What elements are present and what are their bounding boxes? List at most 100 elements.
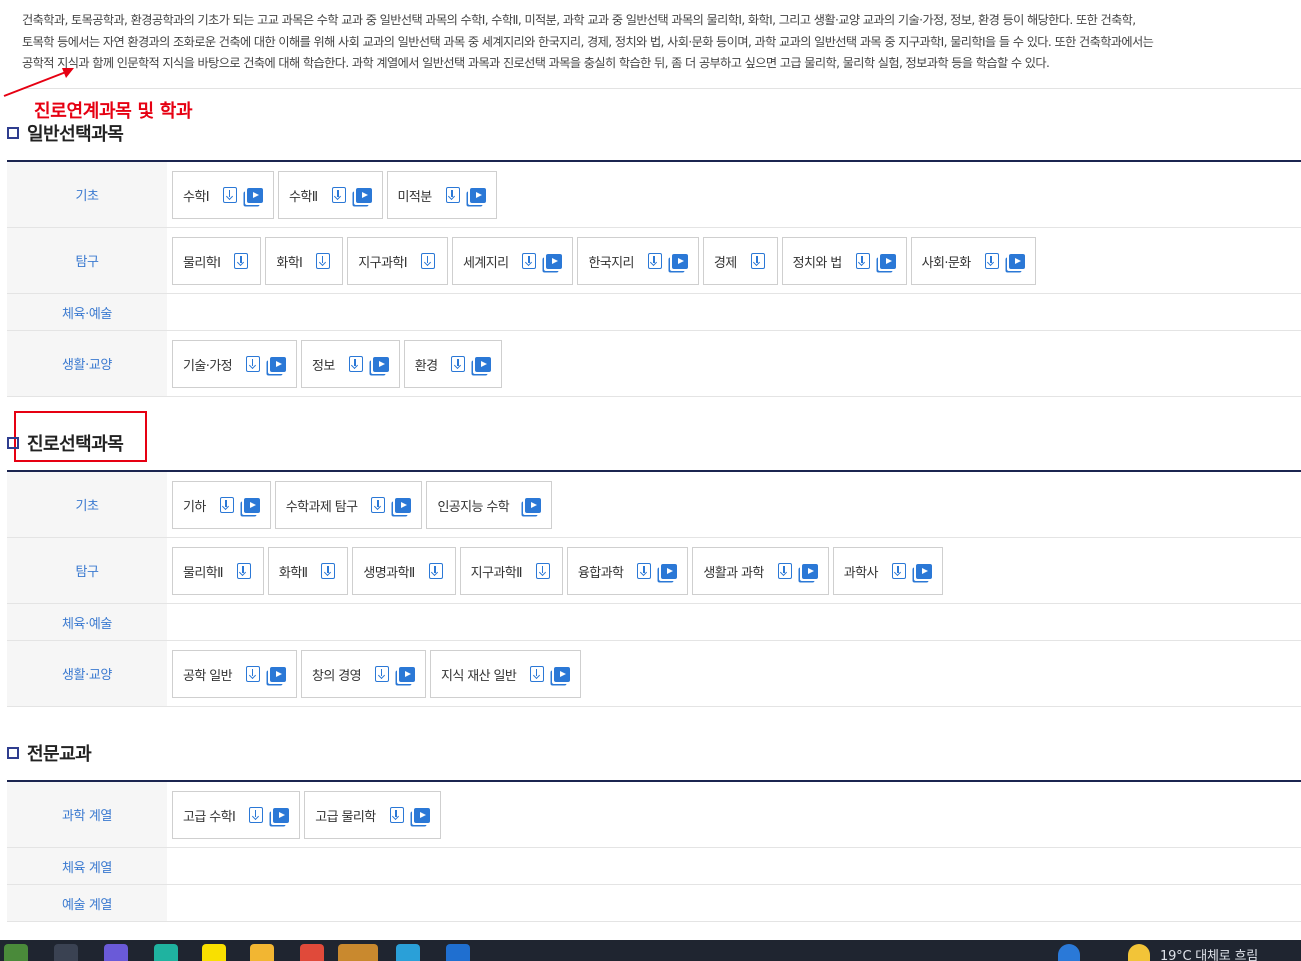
video-play-icon[interactable] bbox=[398, 666, 415, 682]
video-play-icon[interactable] bbox=[372, 356, 389, 372]
download-icon[interactable] bbox=[535, 563, 550, 579]
video-play-icon[interactable] bbox=[273, 807, 290, 823]
course-chip[interactable]: 수학Ⅱ bbox=[277, 171, 383, 219]
course-chip[interactable]: 수학Ⅰ bbox=[172, 171, 274, 219]
edge-icon[interactable] bbox=[154, 944, 178, 961]
download-icon[interactable] bbox=[321, 563, 336, 579]
download-icon[interactable] bbox=[245, 356, 260, 372]
download-icon[interactable] bbox=[637, 563, 652, 579]
course-chip[interactable]: 생명과학Ⅱ bbox=[352, 547, 456, 595]
video-play-icon[interactable] bbox=[525, 497, 542, 513]
copilot-icon[interactable] bbox=[104, 944, 128, 961]
course-chip[interactable]: 환경 bbox=[403, 340, 503, 388]
download-icon[interactable] bbox=[236, 563, 251, 579]
course-chip[interactable]: 미적분 bbox=[386, 171, 497, 219]
course-chip[interactable]: 정치와 법 bbox=[781, 237, 907, 285]
download-icon[interactable] bbox=[222, 187, 237, 203]
video-play-icon[interactable] bbox=[915, 563, 932, 579]
course-table-general: 기초 수학Ⅰ 수학Ⅱ 미적분 탐구 물리학Ⅰ 화학Ⅰ 지구과학Ⅰ 세계지리 한국지리 경제 정치… bbox=[7, 160, 1301, 397]
download-icon[interactable] bbox=[855, 253, 870, 269]
video-play-icon[interactable] bbox=[1008, 253, 1025, 269]
course-chip[interactable]: 정보 bbox=[300, 340, 400, 388]
download-icon[interactable] bbox=[348, 356, 363, 372]
download-icon[interactable] bbox=[374, 666, 389, 682]
video-play-icon[interactable] bbox=[879, 253, 896, 269]
course-chip[interactable]: 고급 수학Ⅰ bbox=[172, 791, 301, 839]
video-play-icon[interactable] bbox=[475, 356, 492, 372]
course-chip[interactable]: 화학Ⅰ bbox=[265, 237, 344, 285]
download-icon[interactable] bbox=[522, 253, 537, 269]
download-icon[interactable] bbox=[316, 253, 331, 269]
download-icon[interactable] bbox=[445, 187, 460, 203]
video-play-icon[interactable] bbox=[413, 807, 430, 823]
download-icon[interactable] bbox=[234, 253, 249, 269]
course-chip[interactable]: 기하 bbox=[172, 481, 271, 529]
table-row: 생활·교양 공학 일반 창의 경영 지식 재산 일반 bbox=[7, 641, 1301, 707]
course-chip[interactable]: 수학과제 탐구 bbox=[274, 481, 423, 529]
course-chip[interactable]: 지구과학Ⅱ bbox=[459, 547, 563, 595]
video-play-icon[interactable] bbox=[269, 356, 286, 372]
download-icon[interactable] bbox=[530, 666, 545, 682]
course-chip[interactable]: 과학사 bbox=[832, 547, 943, 595]
video-play-icon[interactable] bbox=[355, 187, 372, 203]
store-icon[interactable] bbox=[446, 944, 470, 961]
course-chip[interactable]: 물리학Ⅰ bbox=[172, 237, 262, 285]
app-icon[interactable] bbox=[396, 944, 420, 961]
course-chip[interactable]: 물리학Ⅱ bbox=[172, 547, 264, 595]
video-play-icon[interactable] bbox=[395, 497, 412, 513]
video-play-icon[interactable] bbox=[671, 253, 688, 269]
intro-line: 토목학 등에서는 자연 환경과의 조화로운 건축에 대한 이해를 위해 사회 교… bbox=[22, 34, 1154, 49]
download-icon[interactable] bbox=[750, 253, 765, 269]
course-chip[interactable]: 인공지능 수학 bbox=[426, 481, 553, 529]
section-title-text: 전문교과 bbox=[27, 744, 92, 765]
course-chip[interactable]: 지구과학Ⅰ bbox=[347, 237, 448, 285]
download-icon[interactable] bbox=[331, 187, 346, 203]
active-app-icon[interactable] bbox=[338, 944, 378, 961]
download-icon[interactable] bbox=[420, 253, 435, 269]
course-chip[interactable]: 기술·가정 bbox=[172, 340, 297, 388]
video-play-icon[interactable] bbox=[469, 187, 486, 203]
chip-list: 수학Ⅰ 수학Ⅱ 미적분 bbox=[167, 162, 1301, 227]
help-icon[interactable] bbox=[1058, 944, 1080, 961]
course-name: 수학과제 탐구 bbox=[285, 499, 358, 515]
course-name: 고급 수학Ⅰ bbox=[183, 809, 236, 825]
video-play-icon[interactable] bbox=[801, 563, 818, 579]
course-chip[interactable]: 융합과학 bbox=[566, 547, 689, 595]
weather-text[interactable]: 19°C 대체로 흐림 bbox=[1160, 945, 1258, 961]
download-icon[interactable] bbox=[371, 497, 386, 513]
download-icon[interactable] bbox=[389, 807, 404, 823]
course-chip[interactable]: 세계지리 bbox=[451, 237, 574, 285]
course-chip[interactable]: 사회·문화 bbox=[910, 237, 1036, 285]
video-play-icon[interactable] bbox=[554, 666, 571, 682]
video-play-icon[interactable] bbox=[269, 666, 286, 682]
download-icon[interactable] bbox=[984, 253, 999, 269]
chrome-icon[interactable] bbox=[300, 944, 324, 961]
course-chip[interactable]: 지식 재산 일반 bbox=[429, 650, 582, 698]
video-play-icon[interactable] bbox=[246, 187, 263, 203]
download-icon[interactable] bbox=[249, 807, 264, 823]
download-icon[interactable] bbox=[647, 253, 662, 269]
course-chip[interactable]: 창의 경영 bbox=[300, 650, 426, 698]
row-label: 탐구 bbox=[7, 538, 167, 603]
download-icon[interactable] bbox=[245, 666, 260, 682]
file-explorer-icon[interactable] bbox=[250, 944, 274, 961]
course-name: 정보 bbox=[311, 358, 335, 374]
task-view-icon[interactable] bbox=[54, 944, 78, 961]
course-chip[interactable]: 생활과 과학 bbox=[692, 547, 829, 595]
course-chip[interactable]: 공학 일반 bbox=[172, 650, 297, 698]
table-row: 생활·교양 기술·가정 정보 환경 bbox=[7, 331, 1301, 397]
video-play-icon[interactable] bbox=[661, 563, 678, 579]
video-play-icon[interactable] bbox=[546, 253, 563, 269]
course-chip[interactable]: 경제 bbox=[702, 237, 778, 285]
video-play-icon[interactable] bbox=[243, 497, 260, 513]
download-icon[interactable] bbox=[219, 497, 234, 513]
course-chip[interactable]: 화학Ⅱ bbox=[267, 547, 349, 595]
download-icon[interactable] bbox=[777, 563, 792, 579]
course-chip[interactable]: 한국지리 bbox=[577, 237, 699, 285]
widgets-icon[interactable] bbox=[4, 944, 28, 961]
course-chip[interactable]: 고급 물리학 bbox=[304, 791, 441, 839]
kakaotalk-icon[interactable] bbox=[202, 944, 226, 961]
download-icon[interactable] bbox=[891, 563, 906, 579]
download-icon[interactable] bbox=[451, 356, 466, 372]
download-icon[interactable] bbox=[428, 563, 443, 579]
